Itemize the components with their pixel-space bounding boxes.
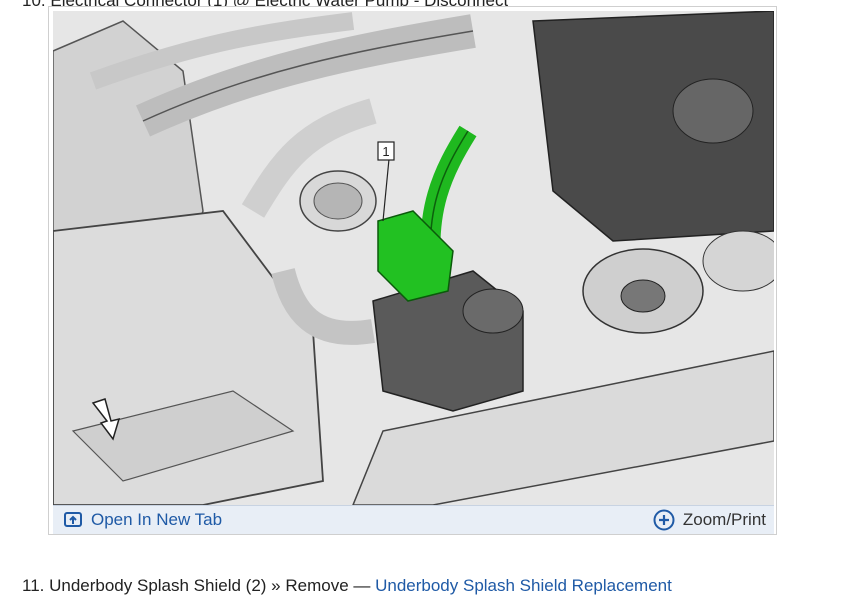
underbody-splash-shield-link[interactable]: Underbody Splash Shield Replacement xyxy=(375,576,672,595)
figure-toolbar: Open In New Tab Zoom/Print xyxy=(53,505,774,534)
open-in-new-tab-label: Open In New Tab xyxy=(91,510,223,529)
zoom-print-button[interactable]: Zoom/Print xyxy=(653,509,766,531)
plus-circle-icon xyxy=(653,509,675,531)
engine-illustration[interactable]: 1 xyxy=(53,11,774,505)
open-in-new-tab-icon xyxy=(63,511,83,529)
step-11-text: 11. Underbody Splash Shield (2) » Remove… xyxy=(22,576,672,596)
step-11-prefix: 11. Underbody Splash Shield (2) » Remove… xyxy=(22,576,376,595)
figure-card: 1 Open In New Tab Zoom/Print xyxy=(48,6,777,535)
open-in-new-tab-button[interactable]: Open In New Tab xyxy=(63,510,222,530)
zoom-print-label: Zoom/Print xyxy=(682,510,766,529)
callout-1-label: 1 xyxy=(382,144,389,159)
